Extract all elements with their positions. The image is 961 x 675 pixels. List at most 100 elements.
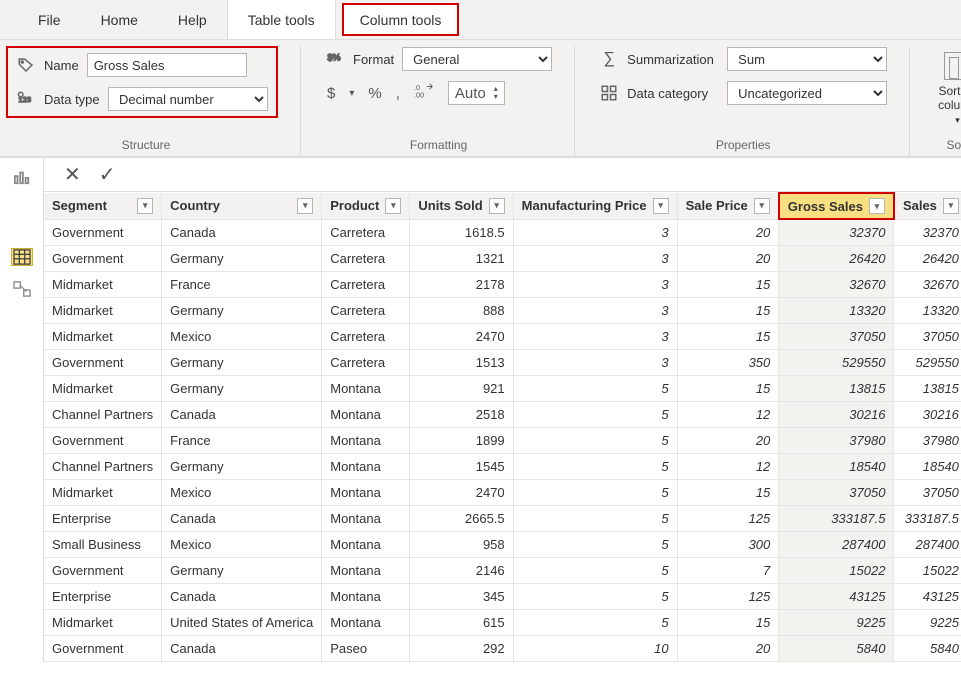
table-cell[interactable]: 2178 xyxy=(410,271,513,297)
table-cell[interactable]: 13815 xyxy=(894,375,961,401)
table-cell[interactable]: 921 xyxy=(410,375,513,401)
table-cell[interactable]: Midmarket xyxy=(44,271,162,297)
table-cell[interactable]: 20 xyxy=(677,635,779,661)
table-cell[interactable]: Government xyxy=(44,557,162,583)
column-header[interactable]: Product▾ xyxy=(322,193,410,219)
table-cell[interactable]: Midmarket xyxy=(44,375,162,401)
table-cell[interactable]: 5840 xyxy=(779,635,894,661)
table-cell[interactable]: 529550 xyxy=(894,349,961,375)
table-cell[interactable]: Germany xyxy=(162,349,322,375)
table-cell[interactable]: Montana xyxy=(322,583,410,609)
tab-table-tools[interactable]: Table tools xyxy=(227,0,336,39)
table-cell[interactable]: 5 xyxy=(513,427,677,453)
column-filter-button[interactable]: ▾ xyxy=(489,198,505,214)
table-row[interactable]: Small BusinessMexicoMontana9585300287400… xyxy=(44,531,961,557)
report-view-icon[interactable] xyxy=(11,168,33,186)
table-cell[interactable]: 350 xyxy=(677,349,779,375)
table-cell[interactable]: 958 xyxy=(410,531,513,557)
table-cell[interactable]: Midmarket xyxy=(44,609,162,635)
table-cell[interactable]: 13320 xyxy=(779,297,894,323)
table-cell[interactable]: 32370 xyxy=(779,219,894,245)
table-cell[interactable]: 287400 xyxy=(779,531,894,557)
table-cell[interactable]: 2665.5 xyxy=(410,505,513,531)
summarization-select[interactable]: Sum xyxy=(727,47,887,71)
table-cell[interactable]: 333187.5 xyxy=(894,505,961,531)
table-cell[interactable]: 333187.5 xyxy=(779,505,894,531)
table-cell[interactable]: Carretera xyxy=(322,323,410,349)
table-cell[interactable]: Mexico xyxy=(162,531,322,557)
table-cell[interactable]: 26420 xyxy=(779,245,894,271)
table-cell[interactable]: Canada xyxy=(162,401,322,427)
decimal-button[interactable]: .0.00 xyxy=(412,82,438,104)
table-cell[interactable]: 125 xyxy=(677,583,779,609)
table-cell[interactable]: 287400 xyxy=(894,531,961,557)
table-cell[interactable]: 2146 xyxy=(410,557,513,583)
table-cell[interactable]: 43125 xyxy=(779,583,894,609)
table-cell[interactable]: Paseo xyxy=(322,635,410,661)
table-cell[interactable]: 2518 xyxy=(410,401,513,427)
table-cell[interactable]: 13815 xyxy=(779,375,894,401)
table-cell[interactable]: Small Business xyxy=(44,531,162,557)
table-row[interactable]: GovernmentGermanyCarretera13213202642026… xyxy=(44,245,961,271)
column-filter-button[interactable]: ▾ xyxy=(754,198,770,214)
table-cell[interactable]: 37980 xyxy=(894,427,961,453)
table-cell[interactable]: 3 xyxy=(513,323,677,349)
table-cell[interactable]: 20 xyxy=(677,427,779,453)
table-cell[interactable]: 3 xyxy=(513,245,677,271)
column-header[interactable]: Units Sold▾ xyxy=(410,193,513,219)
table-cell[interactable]: Montana xyxy=(322,479,410,505)
table-cell[interactable]: 125 xyxy=(677,505,779,531)
table-cell[interactable]: 615 xyxy=(410,609,513,635)
table-cell[interactable]: Enterprise xyxy=(44,505,162,531)
table-cell[interactable]: Mexico xyxy=(162,479,322,505)
table-cell[interactable]: Montana xyxy=(322,531,410,557)
table-row[interactable]: GovernmentFranceMontana18995203798037980 xyxy=(44,427,961,453)
table-cell[interactable]: 5 xyxy=(513,401,677,427)
table-cell[interactable]: Montana xyxy=(322,557,410,583)
table-cell[interactable]: 345 xyxy=(410,583,513,609)
table-cell[interactable]: Montana xyxy=(322,609,410,635)
column-filter-button[interactable]: ▾ xyxy=(385,198,401,214)
table-cell[interactable]: Carretera xyxy=(322,219,410,245)
column-filter-button[interactable]: ▾ xyxy=(137,198,153,214)
table-cell[interactable]: 37050 xyxy=(779,479,894,505)
model-view-icon[interactable] xyxy=(11,280,33,298)
table-cell[interactable]: 13320 xyxy=(894,297,961,323)
table-row[interactable]: MidmarketGermanyCarretera888315133201332… xyxy=(44,297,961,323)
table-cell[interactable]: Midmarket xyxy=(44,323,162,349)
table-cell[interactable]: 292 xyxy=(410,635,513,661)
table-cell[interactable]: 3 xyxy=(513,271,677,297)
table-cell[interactable]: Montana xyxy=(322,427,410,453)
percent-button[interactable]: % xyxy=(366,85,383,102)
thousands-button[interactable]: , xyxy=(394,85,402,102)
table-cell[interactable]: Montana xyxy=(322,401,410,427)
column-header[interactable]: Manufacturing Price▾ xyxy=(513,193,677,219)
table-cell[interactable]: 5 xyxy=(513,505,677,531)
column-filter-button[interactable]: ▾ xyxy=(297,198,313,214)
table-row[interactable]: MidmarketMexicoCarretera2470315370503705… xyxy=(44,323,961,349)
table-cell[interactable]: 15022 xyxy=(894,557,961,583)
table-cell[interactable]: United States of America xyxy=(162,609,322,635)
table-cell[interactable]: 18540 xyxy=(894,453,961,479)
table-cell[interactable]: 15 xyxy=(677,375,779,401)
table-cell[interactable]: 2470 xyxy=(410,323,513,349)
table-cell[interactable]: Government xyxy=(44,219,162,245)
table-cell[interactable]: Carretera xyxy=(322,245,410,271)
table-cell[interactable]: Government xyxy=(44,245,162,271)
table-cell[interactable]: 888 xyxy=(410,297,513,323)
column-filter-button[interactable]: ▾ xyxy=(869,198,885,214)
table-cell[interactable]: Canada xyxy=(162,505,322,531)
tab-home[interactable]: Home xyxy=(81,0,158,39)
table-cell[interactable]: 15 xyxy=(677,271,779,297)
table-row[interactable]: Channel PartnersGermanyMontana1545512185… xyxy=(44,453,961,479)
table-cell[interactable]: Government xyxy=(44,635,162,661)
column-header[interactable]: Segment▾ xyxy=(44,193,162,219)
table-row[interactable]: MidmarketFranceCarretera2178315326703267… xyxy=(44,271,961,297)
table-cell[interactable]: 3 xyxy=(513,297,677,323)
table-cell[interactable]: Midmarket xyxy=(44,479,162,505)
data-view-icon[interactable] xyxy=(11,248,33,266)
table-cell[interactable]: 37050 xyxy=(894,479,961,505)
table-cell[interactable]: 2470 xyxy=(410,479,513,505)
table-cell[interactable]: Germany xyxy=(162,245,322,271)
table-cell[interactable]: Enterprise xyxy=(44,583,162,609)
